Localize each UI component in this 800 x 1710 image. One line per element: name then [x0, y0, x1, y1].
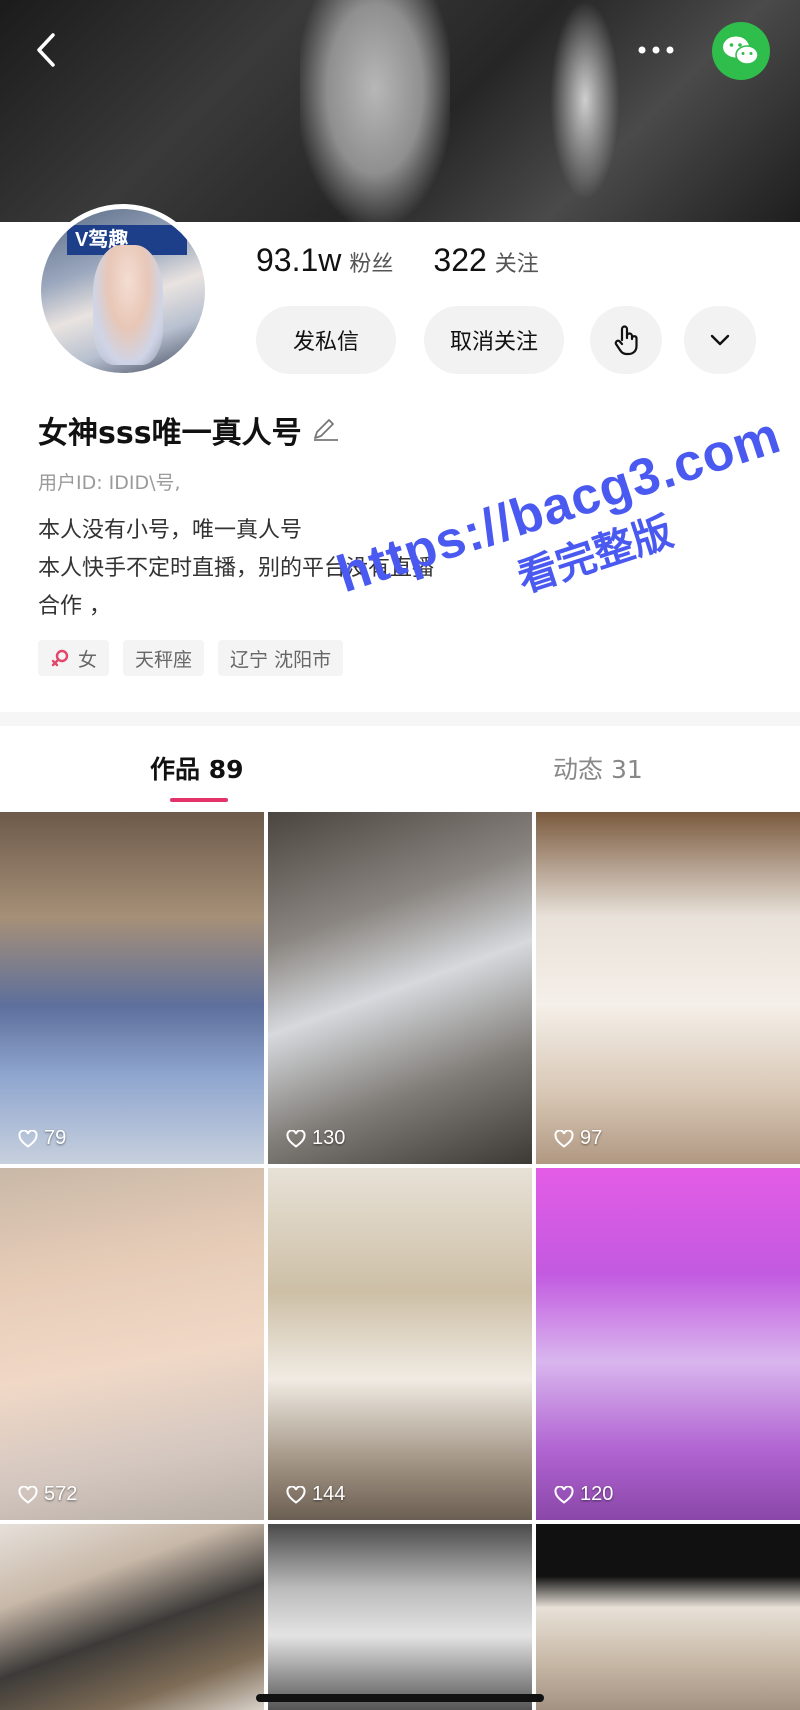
back-button[interactable]: [28, 28, 64, 72]
heart-icon: [554, 1485, 574, 1504]
heart-icon: [554, 1129, 574, 1148]
send-message-label: 发私信: [292, 330, 359, 355]
more-button[interactable]: [632, 30, 680, 70]
gender-tag: 女: [38, 640, 110, 676]
tab-works[interactable]: 作品 89: [150, 750, 244, 786]
gender-label: 女: [78, 648, 98, 671]
profile-stats: 93.1w 粉丝 322 关注: [256, 242, 579, 286]
zodiac-label: 天秤座: [135, 648, 193, 671]
content-tabs: 作品 89 动态 31: [0, 726, 800, 810]
work-thumbnail[interactable]: 79: [0, 812, 264, 1164]
like-count-value: 120: [580, 1483, 614, 1505]
location-label: 辽宁 沈阳市: [230, 648, 332, 671]
wechat-icon: [723, 36, 759, 65]
edit-icon[interactable]: [312, 418, 340, 442]
work-thumbnail[interactable]: 120: [536, 1168, 800, 1520]
female-icon: [51, 649, 69, 667]
work-thumbnail[interactable]: 130: [268, 812, 532, 1164]
work-thumbnail[interactable]: 97: [536, 812, 800, 1164]
home-indicator[interactable]: [256, 1694, 544, 1702]
profile-name: 女神sss唯一真人号: [38, 416, 302, 451]
unfollow-label: 取消关注: [449, 330, 538, 355]
unfollow-button[interactable]: 取消关注: [424, 306, 564, 374]
user-id[interactable]: 用户ID: IDID\号,: [38, 468, 181, 495]
tab-moments[interactable]: 动态 31: [553, 750, 643, 786]
like-count-value: 572: [44, 1483, 78, 1505]
profile-name-row: 女神sss唯一真人号: [38, 408, 340, 452]
like-count: 97: [554, 1127, 602, 1150]
like-count: 572: [18, 1483, 77, 1506]
following-label[interactable]: 关注: [495, 246, 539, 278]
like-count: 144: [286, 1483, 345, 1506]
fans-count[interactable]: 93.1w: [256, 242, 341, 279]
tap-icon: [614, 325, 638, 356]
work-thumbnail[interactable]: [0, 1524, 264, 1710]
active-tab-indicator: [170, 798, 228, 802]
chevron-down-icon: [710, 334, 730, 346]
work-thumbnail[interactable]: [268, 1524, 532, 1710]
following-count[interactable]: 322: [433, 242, 486, 279]
heart-icon: [286, 1485, 306, 1504]
poke-button[interactable]: [590, 306, 662, 374]
heart-icon: [18, 1129, 38, 1148]
work-thumbnail[interactable]: [536, 1524, 800, 1710]
like-count: 79: [18, 1127, 66, 1150]
like-count-value: 130: [312, 1127, 346, 1149]
like-count: 120: [554, 1483, 613, 1506]
work-thumbnail[interactable]: 572: [0, 1168, 264, 1520]
like-count-value: 97: [580, 1127, 603, 1149]
heart-icon: [18, 1485, 38, 1504]
like-count: 130: [286, 1127, 345, 1150]
avatar[interactable]: V驾趣: [36, 204, 210, 378]
profile-tags: 女 天秤座 辽宁 沈阳市: [38, 640, 357, 676]
fans-label[interactable]: 粉丝: [349, 246, 393, 278]
more-icon: [638, 46, 674, 54]
section-divider: [0, 712, 800, 726]
send-message-button[interactable]: 发私信: [256, 306, 396, 374]
heart-icon: [286, 1129, 306, 1148]
more-options-button[interactable]: [684, 306, 756, 374]
avatar-photo-subject: [93, 245, 163, 365]
wechat-share-button[interactable]: [712, 22, 770, 80]
profile-banner: [0, 0, 800, 222]
banner-photo-subject: [300, 0, 450, 222]
like-count-value: 144: [312, 1483, 346, 1505]
back-icon: [37, 33, 55, 67]
location-tag: 辽宁 沈阳市: [218, 640, 344, 676]
banner-photo-detail: [550, 0, 620, 200]
work-thumbnail[interactable]: 144: [268, 1168, 532, 1520]
like-count-value: 79: [44, 1127, 67, 1149]
zodiac-tag: 天秤座: [123, 640, 205, 676]
